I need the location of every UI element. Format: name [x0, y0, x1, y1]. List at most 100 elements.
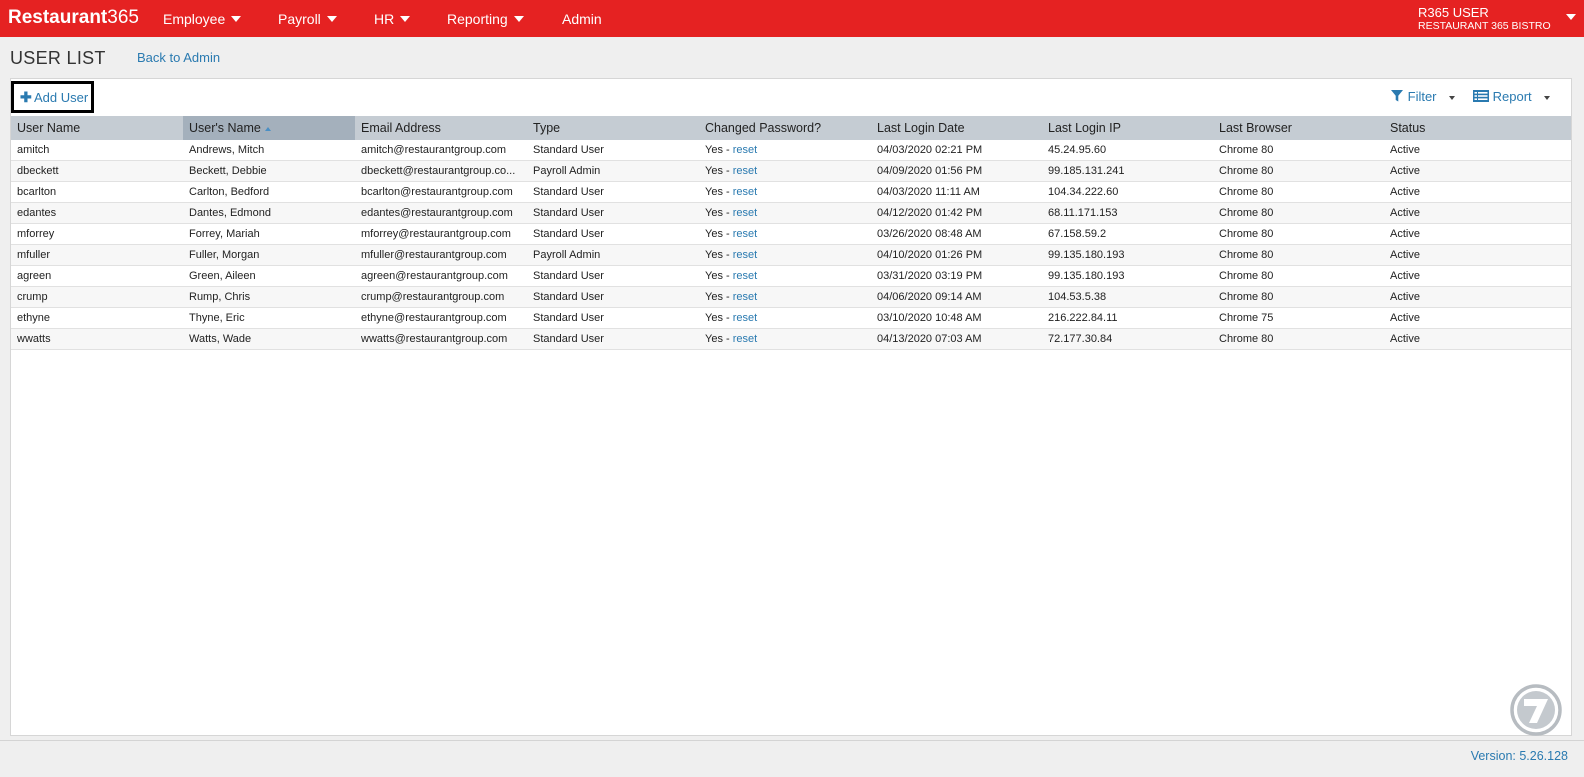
table-row[interactable]: mforrey Forrey, Mariah mforrey@restaurantg… — [11, 223, 1571, 245]
cell-status: Active — [1384, 265, 1571, 287]
cell-changed-password: Yes - reset — [699, 244, 871, 266]
column-header-users-name[interactable]: User's Name — [183, 116, 355, 140]
reset-password-link[interactable]: reset — [733, 270, 757, 282]
cell-status: Active — [1384, 307, 1571, 329]
cell-type: Standard User — [527, 328, 699, 350]
cell-users-name: Rump, Chris — [183, 286, 355, 308]
filter-label: Filter — [1407, 89, 1437, 104]
table-row[interactable]: wwatts Watts, Wade wwatts@restaurantgroup.… — [11, 328, 1571, 350]
cell-last-login-date: 04/13/2020 07:03 AM — [871, 328, 1042, 350]
cell-changed-password: Yes - reset — [699, 286, 871, 308]
changed-password-value: Yes - — [705, 144, 733, 156]
column-header-type[interactable]: Type — [527, 116, 699, 140]
nav-reporting[interactable]: Reporting — [447, 10, 524, 28]
table-row[interactable]: bcarlton Carlton, Bedford bcarlton@restaur… — [11, 181, 1571, 203]
cell-user-name: crump — [11, 286, 183, 308]
cell-email: amitch@restaurantgroup.com — [355, 140, 527, 161]
cell-last-browser: Chrome 80 — [1213, 328, 1384, 350]
nav-hr-label: HR — [374, 11, 395, 27]
reset-password-link[interactable]: reset — [733, 312, 757, 324]
cell-type: Payroll Admin — [527, 244, 699, 266]
add-user-button[interactable]: ✚ Add User — [11, 81, 94, 113]
column-header-status[interactable]: Status — [1384, 116, 1571, 140]
chevron-down-icon — [1543, 95, 1550, 100]
changed-password-value: Yes - — [705, 333, 733, 345]
reset-password-link[interactable]: reset — [733, 165, 757, 177]
nav-payroll[interactable]: Payroll — [278, 10, 337, 28]
nav-employee[interactable]: Employee — [163, 10, 242, 28]
table-row[interactable]: dbeckett Beckett, Debbie dbeckett@restaura… — [11, 160, 1571, 182]
table-row[interactable]: crump Rump, Chris crump@restaurantgroup.co… — [11, 286, 1571, 308]
restaurant365-logo[interactable]: Restaurant365 — [8, 7, 139, 29]
nav-payroll-label: Payroll — [278, 11, 321, 27]
nav-admin-label: Admin — [562, 11, 602, 27]
cell-last-login-ip: 45.24.95.60 — [1042, 140, 1213, 161]
table-row[interactable]: mfuller Fuller, Morgan mfuller@restaurantg… — [11, 244, 1571, 266]
cell-last-browser: Chrome 80 — [1213, 223, 1384, 245]
cell-status: Active — [1384, 160, 1571, 182]
reset-password-link[interactable]: reset — [733, 249, 757, 261]
sort-ascending-icon — [264, 126, 271, 131]
reset-password-link[interactable]: reset — [733, 186, 757, 198]
table-row[interactable]: ethyne Thyne, Eric ethyne@restaurantgroup.… — [11, 307, 1571, 329]
filter-button[interactable]: Filter — [1390, 89, 1455, 105]
nav-hr[interactable]: HR — [374, 10, 411, 28]
cell-users-name: Green, Aileen — [183, 265, 355, 287]
cell-last-browser: Chrome 80 — [1213, 202, 1384, 224]
footer-divider — [0, 740, 1584, 741]
changed-password-value: Yes - — [705, 249, 733, 261]
cell-last-browser: Chrome 80 — [1213, 265, 1384, 287]
cell-last-login-date: 04/10/2020 01:26 PM — [871, 244, 1042, 266]
cell-email: mforrey@restaurantgroup.com — [355, 223, 527, 245]
column-header-email[interactable]: Email Address — [355, 116, 527, 140]
changed-password-value: Yes - — [705, 270, 733, 282]
report-label: Report — [1492, 89, 1532, 104]
cell-email: edantes@restaurantgroup.com — [355, 202, 527, 224]
cell-last-login-ip: 67.158.59.2 — [1042, 223, 1213, 245]
cell-last-login-date: 04/06/2020 09:14 AM — [871, 286, 1042, 308]
changed-password-value: Yes - — [705, 186, 733, 198]
table-row[interactable]: edantes Dantes, Edmond edantes@restaurantg… — [11, 202, 1571, 224]
user-menu[interactable]: R365 USER RESTAURANT 365 BISTRO — [1418, 5, 1578, 33]
cell-last-browser: Chrome 80 — [1213, 160, 1384, 182]
back-to-admin-link[interactable]: Back to Admin — [137, 50, 220, 66]
cell-last-browser: Chrome 80 — [1213, 140, 1384, 161]
reset-password-link[interactable]: reset — [733, 207, 757, 219]
nav-reporting-label: Reporting — [447, 11, 508, 27]
cell-email: bcarlton@restaurantgroup.com — [355, 181, 527, 203]
top-navigation-bar: Restaurant365 Employee Payroll HR Report… — [0, 0, 1584, 37]
column-header-user-name[interactable]: User Name — [11, 116, 183, 140]
cell-status: Active — [1384, 244, 1571, 266]
cell-users-name: Forrey, Mariah — [183, 223, 355, 245]
cell-user-name: wwatts — [11, 328, 183, 350]
funnel-icon — [1391, 90, 1403, 102]
column-header-changed-password[interactable]: Changed Password? — [699, 116, 871, 140]
chevron-down-icon — [400, 16, 411, 23]
cell-changed-password: Yes - reset — [699, 140, 871, 161]
nav-employee-label: Employee — [163, 11, 226, 27]
cell-last-browser: Chrome 80 — [1213, 286, 1384, 308]
reset-password-link[interactable]: reset — [733, 144, 757, 156]
column-header-last-browser[interactable]: Last Browser — [1213, 116, 1384, 140]
cell-users-name: Andrews, Mitch — [183, 140, 355, 161]
changed-password-value: Yes - — [705, 291, 733, 303]
table-row[interactable]: amitch Andrews, Mitch amitch@restaurantgro… — [11, 140, 1571, 161]
column-header-last-login-ip[interactable]: Last Login IP — [1042, 116, 1213, 140]
cell-user-name: dbeckett — [11, 160, 183, 182]
cell-last-login-date: 04/03/2020 11:11 AM — [871, 181, 1042, 203]
add-user-label: Add User — [34, 90, 89, 105]
app-badge-icon[interactable] — [1510, 684, 1562, 736]
reset-password-link[interactable]: reset — [733, 291, 757, 303]
cell-user-name: mforrey — [11, 223, 183, 245]
cell-type: Standard User — [527, 223, 699, 245]
cell-changed-password: Yes - reset — [699, 328, 871, 350]
nav-admin[interactable]: Admin — [562, 10, 602, 28]
column-header-last-login-date[interactable]: Last Login Date — [871, 116, 1042, 140]
table-row[interactable]: agreen Green, Aileen agreen@restaurantgrou… — [11, 265, 1571, 287]
cell-type: Payroll Admin — [527, 160, 699, 182]
reset-password-link[interactable]: reset — [733, 228, 757, 240]
cell-type: Standard User — [527, 307, 699, 329]
reset-password-link[interactable]: reset — [733, 333, 757, 345]
report-button[interactable]: Report — [1473, 89, 1550, 105]
cell-last-login-date: 04/03/2020 02:21 PM — [871, 140, 1042, 161]
